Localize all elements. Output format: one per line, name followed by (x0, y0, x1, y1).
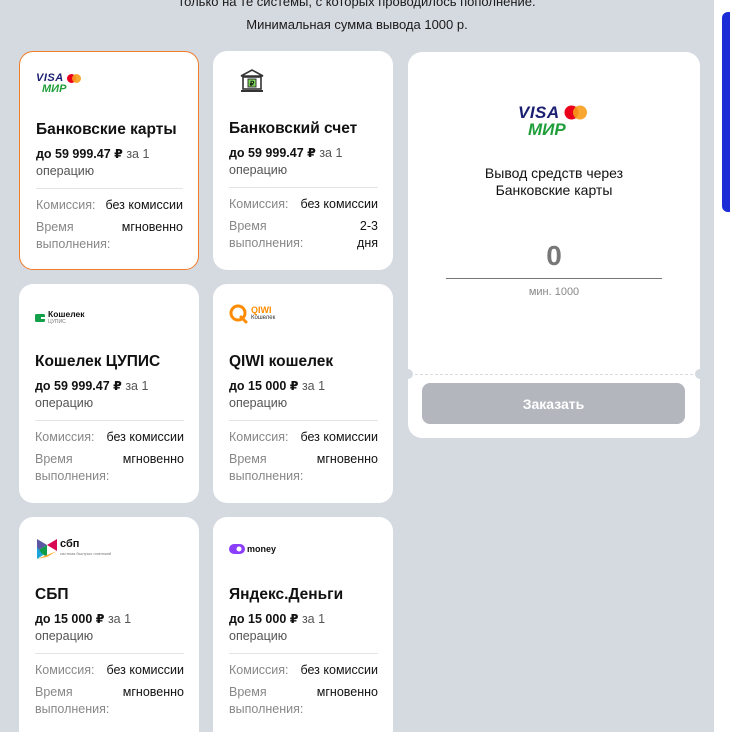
yoomoney-logo: money (229, 535, 276, 563)
min-amount-hint: мин. 1000 (528, 286, 580, 298)
method-title: Банковский счет (229, 120, 358, 137)
yoomoney-icon (229, 544, 245, 554)
method-card-bank-account[interactable]: ₽ Банковский счет до 59 999.47 ₽ за 1 оп… (213, 51, 393, 270)
method-title: СБП (35, 586, 69, 603)
panel-title: Вывод средств через Банковские карты (484, 165, 624, 198)
method-title: Кошелек ЦУПИС (35, 353, 161, 370)
divider (229, 653, 378, 654)
method-limit: до 15 000 ₽ за 1 операцию (229, 612, 326, 643)
divider (36, 188, 183, 189)
visa-mir-logo: VISA МИР (36, 70, 81, 98)
commission-row: Комиссия: без комиссии (36, 198, 183, 212)
method-limit: до 59 999.47 ₽ за 1 операцию (229, 146, 343, 177)
method-title: Яндекс.Деньги (229, 586, 344, 603)
wallet-icon (35, 314, 45, 322)
method-limit: до 59 999.47 ₽ за 1 операцию (35, 379, 149, 410)
koshelek-logo: Кошелек ЦУПИС (35, 304, 84, 332)
commission-row: Комиссия: без комиссии (229, 197, 378, 211)
method-limit: до 59 999.47 ₽ за 1 операцию (36, 147, 150, 178)
withdraw-panel: VISA МИР Вывод средств через Банковские … (403, 52, 705, 438)
method-card-bank-cards[interactable]: VISA МИР Банковские карты до 59 999.47 ₽… (19, 51, 199, 270)
divider (229, 420, 378, 421)
time-row: Время выполнения: мгновенно (36, 220, 183, 251)
commission-row: Комиссия: без комиссии (229, 663, 378, 677)
ticket-notch (695, 369, 705, 379)
method-limit: до 15 000 ₽ за 1 операцию (35, 612, 132, 643)
time-row: Время выполнения: мгновенно (35, 685, 184, 716)
sbp-icon (37, 539, 57, 559)
svg-text:₽: ₽ (250, 80, 255, 88)
commission-row: Комиссия: без комиссии (229, 430, 378, 444)
withdraw-notice-line-2: Минимальная сумма вывода 1000 р. (246, 17, 468, 32)
side-accent-bar (722, 12, 730, 212)
method-title: QIWI кошелек (229, 353, 334, 370)
time-row: Время выполнения: мгновенно (229, 685, 378, 716)
qiwi-icon (229, 304, 248, 324)
time-row: Время выполнения: мгновенно (35, 452, 184, 483)
divider (229, 187, 378, 188)
divider (410, 374, 698, 375)
bank-icon: ₽ (238, 67, 266, 95)
method-card-yandex-money[interactable]: money Яндекс.Деньги до 15 000 ₽ за 1 опе… (213, 517, 393, 732)
mastercard-icon (66, 74, 81, 83)
ticket-notch (403, 369, 413, 379)
commission-row: Комиссия: без комиссии (35, 663, 184, 677)
divider (35, 420, 184, 421)
time-row: Время выполнения: 2-3 дня (229, 219, 378, 250)
method-card-koshelek[interactable]: Кошелек ЦУПИС Кошелек ЦУПИС до 59 999.47… (19, 284, 199, 503)
order-button[interactable]: Заказать (422, 383, 685, 424)
method-card-qiwi[interactable]: QIWI Кошелек QIWI кошелек до 15 000 ₽ за… (213, 284, 393, 503)
visa-mir-logo: VISA МИР (518, 104, 588, 138)
right-edge-panel (714, 0, 730, 732)
time-row: Время выполнения: мгновенно (229, 452, 378, 483)
mastercard-icon (564, 105, 587, 120)
method-card-sbp[interactable]: сбп система быстрых платежей СБП до 15 0… (19, 517, 199, 732)
divider (35, 653, 184, 654)
method-title: Банковские карты (36, 121, 177, 138)
withdraw-notice-line-1: только на те системы, с которых проводил… (178, 0, 536, 9)
commission-row: Комиссия: без комиссии (35, 430, 184, 444)
sbp-logo: сбп система быстрых платежей (35, 535, 111, 563)
method-limit: до 15 000 ₽ за 1 операцию (229, 379, 326, 410)
qiwi-logo: QIWI Кошелек (229, 300, 275, 328)
amount-input[interactable] (446, 233, 662, 279)
